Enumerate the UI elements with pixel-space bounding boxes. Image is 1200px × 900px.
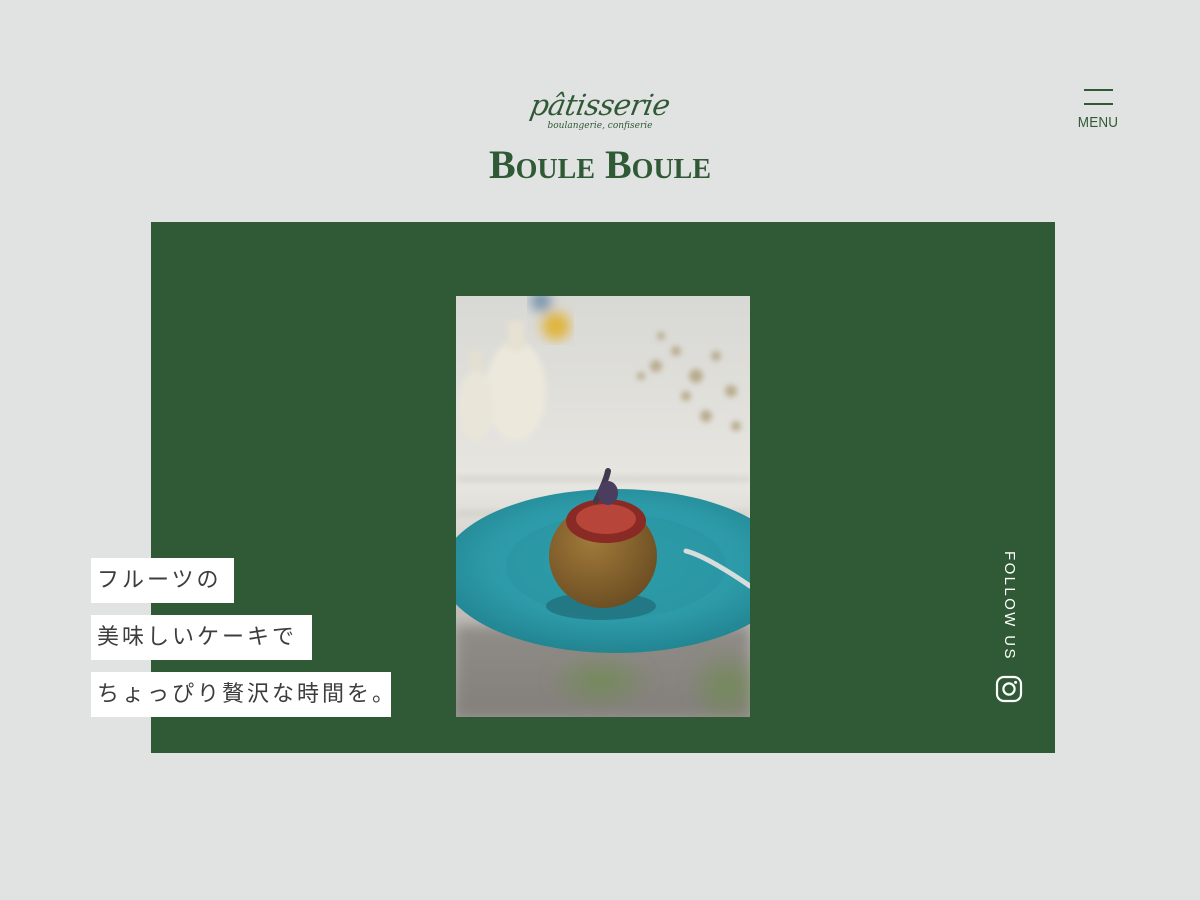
instagram-link[interactable] <box>995 675 1023 703</box>
hamburger-icon <box>1084 89 1113 105</box>
logo-wordmark: Boule Boule <box>488 142 712 187</box>
menu-label: MENU <box>1077 114 1119 131</box>
menu-button[interactable]: MENU <box>1070 86 1126 138</box>
catchphrase-line-2: 美味しいケーキで <box>91 615 312 660</box>
logo-script-text: pâtisserie <box>527 88 673 122</box>
hero-photo <box>456 296 750 717</box>
follow-us-label: FOLLOW US <box>1001 551 1018 661</box>
logo-tagline: boulangerie, confiserie <box>547 121 653 131</box>
catchphrase-line-3: ちょっぴり贅沢な時間を。 <box>91 672 394 717</box>
brand-logo[interactable]: pâtisserie boulangerie, confiserie Boule… <box>450 88 750 188</box>
catchphrase-line-1: フルーツの <box>91 558 234 603</box>
instagram-icon <box>995 675 1023 703</box>
